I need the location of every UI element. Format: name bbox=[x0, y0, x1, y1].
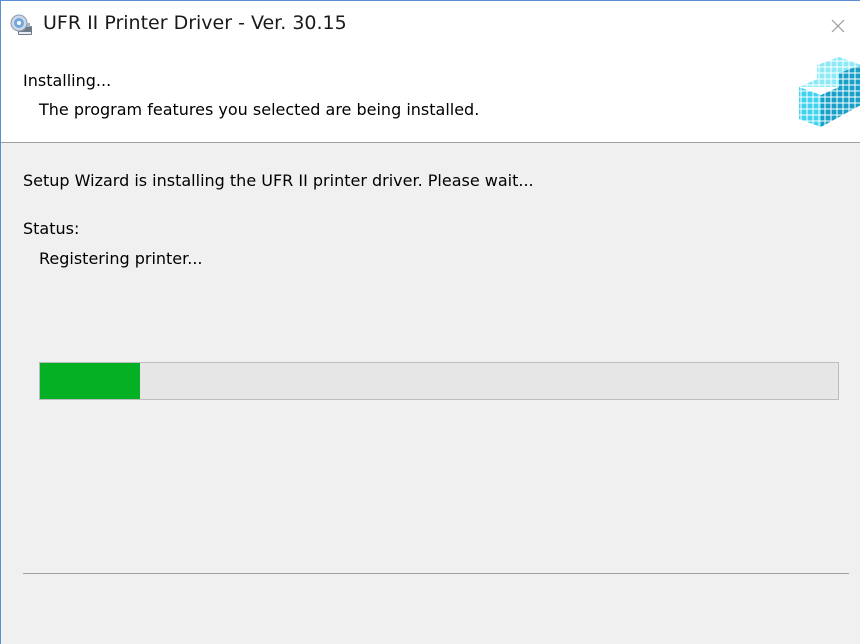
close-icon bbox=[831, 19, 845, 33]
status-value: Registering printer... bbox=[39, 249, 203, 268]
installer-disc-icon bbox=[9, 13, 35, 39]
installer-window: UFR II Printer Driver - Ver. 30.15 Insta… bbox=[0, 0, 860, 644]
window-title: UFR II Printer Driver - Ver. 30.15 bbox=[43, 12, 347, 34]
header-title: Installing... bbox=[23, 71, 112, 90]
status-label: Status: bbox=[23, 219, 80, 238]
close-button[interactable] bbox=[815, 1, 860, 51]
title-bar[interactable]: UFR II Printer Driver - Ver. 30.15 bbox=[1, 1, 860, 51]
install-progress-bar bbox=[39, 362, 839, 400]
footer-divider bbox=[23, 573, 849, 574]
wizard-header: Installing... The program features you s… bbox=[1, 51, 860, 143]
cube-grid-logo-icon bbox=[795, 55, 860, 131]
install-message: Setup Wizard is installing the UFR II pr… bbox=[23, 171, 534, 190]
header-subtitle: The program features you selected are be… bbox=[39, 100, 480, 119]
progress-fill bbox=[40, 363, 140, 399]
